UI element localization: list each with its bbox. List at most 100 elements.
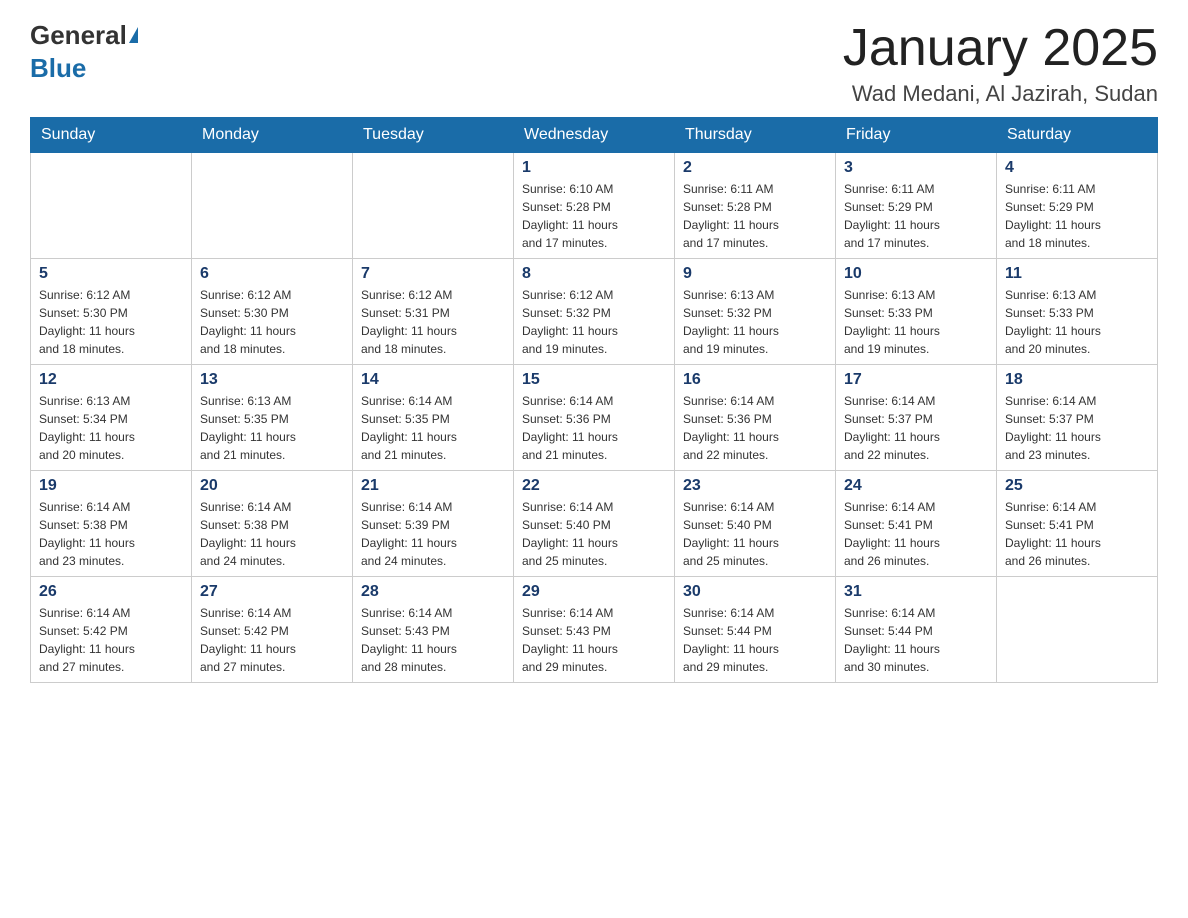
day-info: Sunrise: 6:14 AM Sunset: 5:43 PM Dayligh… [361,604,505,676]
calendar-cell: 20 Sunrise: 6:14 AM Sunset: 5:38 PM Dayli… [192,471,353,577]
day-info: Sunrise: 6:11 AM Sunset: 5:29 PM Dayligh… [844,180,988,252]
calendar-header-row: Sunday Monday Tuesday Wednesday Thursday… [31,118,1158,153]
calendar-week-row: 1 Sunrise: 6:10 AM Sunset: 5:28 PM Daylig… [31,153,1158,259]
day-number: 11 [1005,265,1149,283]
calendar-cell: 19 Sunrise: 6:14 AM Sunset: 5:38 PM Dayli… [31,471,192,577]
day-info: Sunrise: 6:14 AM Sunset: 5:44 PM Dayligh… [844,604,988,676]
day-info: Sunrise: 6:13 AM Sunset: 5:35 PM Dayligh… [200,392,344,464]
day-info: Sunrise: 6:13 AM Sunset: 5:32 PM Dayligh… [683,286,827,358]
col-tuesday: Tuesday [353,118,514,153]
calendar-cell: 15Sunrise: 6:14 AM Sunset: 5:36 PM Dayli… [514,365,675,471]
day-info: Sunrise: 6:13 AM Sunset: 5:33 PM Dayligh… [1005,286,1149,358]
logo-blue-text: Blue [30,53,86,84]
calendar-cell: 8 Sunrise: 6:12 AM Sunset: 5:32 PM Daylig… [514,259,675,365]
day-info: Sunrise: 6:14 AM Sunset: 5:38 PM Dayligh… [200,498,344,570]
col-monday: Monday [192,118,353,153]
day-number: 28 [361,583,505,601]
calendar-cell: 4Sunrise: 6:11 AM Sunset: 5:29 PM Daylig… [997,153,1158,259]
calendar-cell: 28 Sunrise: 6:14 AM Sunset: 5:43 PM Dayli… [353,577,514,683]
calendar-cell: 18 Sunrise: 6:14 AM Sunset: 5:37 PM Dayli… [997,365,1158,471]
day-info: Sunrise: 6:14 AM Sunset: 5:42 PM Dayligh… [39,604,183,676]
day-number: 17 [844,371,988,389]
calendar-cell: 30 Sunrise: 6:14 AM Sunset: 5:44 PM Dayli… [675,577,836,683]
logo: General Blue [30,20,138,84]
month-title: January 2025 [843,20,1158,77]
day-number: 1 [522,159,666,177]
day-info: Sunrise: 6:14 AM Sunset: 5:40 PM Dayligh… [522,498,666,570]
calendar-cell: 21 Sunrise: 6:14 AM Sunset: 5:39 PM Dayli… [353,471,514,577]
calendar-cell: 2Sunrise: 6:11 AM Sunset: 5:28 PM Daylig… [675,153,836,259]
day-number: 8 [522,265,666,283]
day-info: Sunrise: 6:12 AM Sunset: 5:31 PM Dayligh… [361,286,505,358]
calendar-cell [997,577,1158,683]
day-info: Sunrise: 6:14 AM Sunset: 5:43 PM Dayligh… [522,604,666,676]
day-info: Sunrise: 6:14 AM Sunset: 5:38 PM Dayligh… [39,498,183,570]
calendar-cell: 3 Sunrise: 6:11 AM Sunset: 5:29 PM Daylig… [836,153,997,259]
day-info: Sunrise: 6:11 AM Sunset: 5:29 PM Dayligh… [1005,180,1149,252]
day-number: 7 [361,265,505,283]
day-number: 30 [683,583,827,601]
col-saturday: Saturday [997,118,1158,153]
day-number: 12 [39,371,183,389]
day-info: Sunrise: 6:12 AM Sunset: 5:30 PM Dayligh… [200,286,344,358]
day-number: 22 [522,477,666,495]
day-number: 2 [683,159,827,177]
day-info: Sunrise: 6:13 AM Sunset: 5:33 PM Dayligh… [844,286,988,358]
day-number: 9 [683,265,827,283]
calendar-cell: 23Sunrise: 6:14 AM Sunset: 5:40 PM Dayli… [675,471,836,577]
day-number: 19 [39,477,183,495]
calendar-cell: 11 Sunrise: 6:13 AM Sunset: 5:33 PM Dayli… [997,259,1158,365]
day-info: Sunrise: 6:14 AM Sunset: 5:37 PM Dayligh… [1005,392,1149,464]
day-number: 31 [844,583,988,601]
day-info: Sunrise: 6:10 AM Sunset: 5:28 PM Dayligh… [522,180,666,252]
day-info: Sunrise: 6:14 AM Sunset: 5:36 PM Dayligh… [683,392,827,464]
calendar-cell [192,153,353,259]
calendar-cell: 24Sunrise: 6:14 AM Sunset: 5:41 PM Dayli… [836,471,997,577]
day-number: 10 [844,265,988,283]
day-number: 18 [1005,371,1149,389]
day-info: Sunrise: 6:12 AM Sunset: 5:30 PM Dayligh… [39,286,183,358]
calendar-cell [31,153,192,259]
calendar-cell: 12Sunrise: 6:13 AM Sunset: 5:34 PM Dayli… [31,365,192,471]
day-number: 29 [522,583,666,601]
logo-general-text: General [30,20,127,51]
calendar-week-row: 12Sunrise: 6:13 AM Sunset: 5:34 PM Dayli… [31,365,1158,471]
title-area: January 2025 Wad Medani, Al Jazirah, Sud… [843,20,1158,107]
calendar-cell: 13 Sunrise: 6:13 AM Sunset: 5:35 PM Dayli… [192,365,353,471]
day-number: 15 [522,371,666,389]
calendar-cell: 17 Sunrise: 6:14 AM Sunset: 5:37 PM Dayli… [836,365,997,471]
day-info: Sunrise: 6:14 AM Sunset: 5:44 PM Dayligh… [683,604,827,676]
day-number: 26 [39,583,183,601]
calendar-cell: 6Sunrise: 6:12 AM Sunset: 5:30 PM Daylig… [192,259,353,365]
logo-triangle-icon [129,27,138,43]
calendar-cell [353,153,514,259]
day-info: Sunrise: 6:12 AM Sunset: 5:32 PM Dayligh… [522,286,666,358]
day-number: 16 [683,371,827,389]
day-number: 13 [200,371,344,389]
day-info: Sunrise: 6:14 AM Sunset: 5:37 PM Dayligh… [844,392,988,464]
day-number: 25 [1005,477,1149,495]
day-number: 21 [361,477,505,495]
calendar-cell: 27Sunrise: 6:14 AM Sunset: 5:42 PM Dayli… [192,577,353,683]
calendar-cell: 22 Sunrise: 6:14 AM Sunset: 5:40 PM Dayli… [514,471,675,577]
calendar-week-row: 19 Sunrise: 6:14 AM Sunset: 5:38 PM Dayli… [31,471,1158,577]
day-info: Sunrise: 6:14 AM Sunset: 5:41 PM Dayligh… [1005,498,1149,570]
calendar-table: Sunday Monday Tuesday Wednesday Thursday… [30,117,1158,683]
calendar-week-row: 5Sunrise: 6:12 AM Sunset: 5:30 PM Daylig… [31,259,1158,365]
calendar-week-row: 26 Sunrise: 6:14 AM Sunset: 5:42 PM Dayli… [31,577,1158,683]
day-number: 20 [200,477,344,495]
day-number: 3 [844,159,988,177]
day-info: Sunrise: 6:14 AM Sunset: 5:39 PM Dayligh… [361,498,505,570]
col-sunday: Sunday [31,118,192,153]
calendar-cell: 26 Sunrise: 6:14 AM Sunset: 5:42 PM Dayli… [31,577,192,683]
col-friday: Friday [836,118,997,153]
day-info: Sunrise: 6:14 AM Sunset: 5:35 PM Dayligh… [361,392,505,464]
location-subtitle: Wad Medani, Al Jazirah, Sudan [843,81,1158,107]
calendar-cell: 7 Sunrise: 6:12 AM Sunset: 5:31 PM Daylig… [353,259,514,365]
calendar-cell: 10 Sunrise: 6:13 AM Sunset: 5:33 PM Dayli… [836,259,997,365]
calendar-cell: 5Sunrise: 6:12 AM Sunset: 5:30 PM Daylig… [31,259,192,365]
calendar-cell: 1 Sunrise: 6:10 AM Sunset: 5:28 PM Daylig… [514,153,675,259]
calendar-cell: 16 Sunrise: 6:14 AM Sunset: 5:36 PM Dayli… [675,365,836,471]
page-header: General Blue January 2025 Wad Medani, Al… [30,20,1158,107]
calendar-cell: 14Sunrise: 6:14 AM Sunset: 5:35 PM Dayli… [353,365,514,471]
